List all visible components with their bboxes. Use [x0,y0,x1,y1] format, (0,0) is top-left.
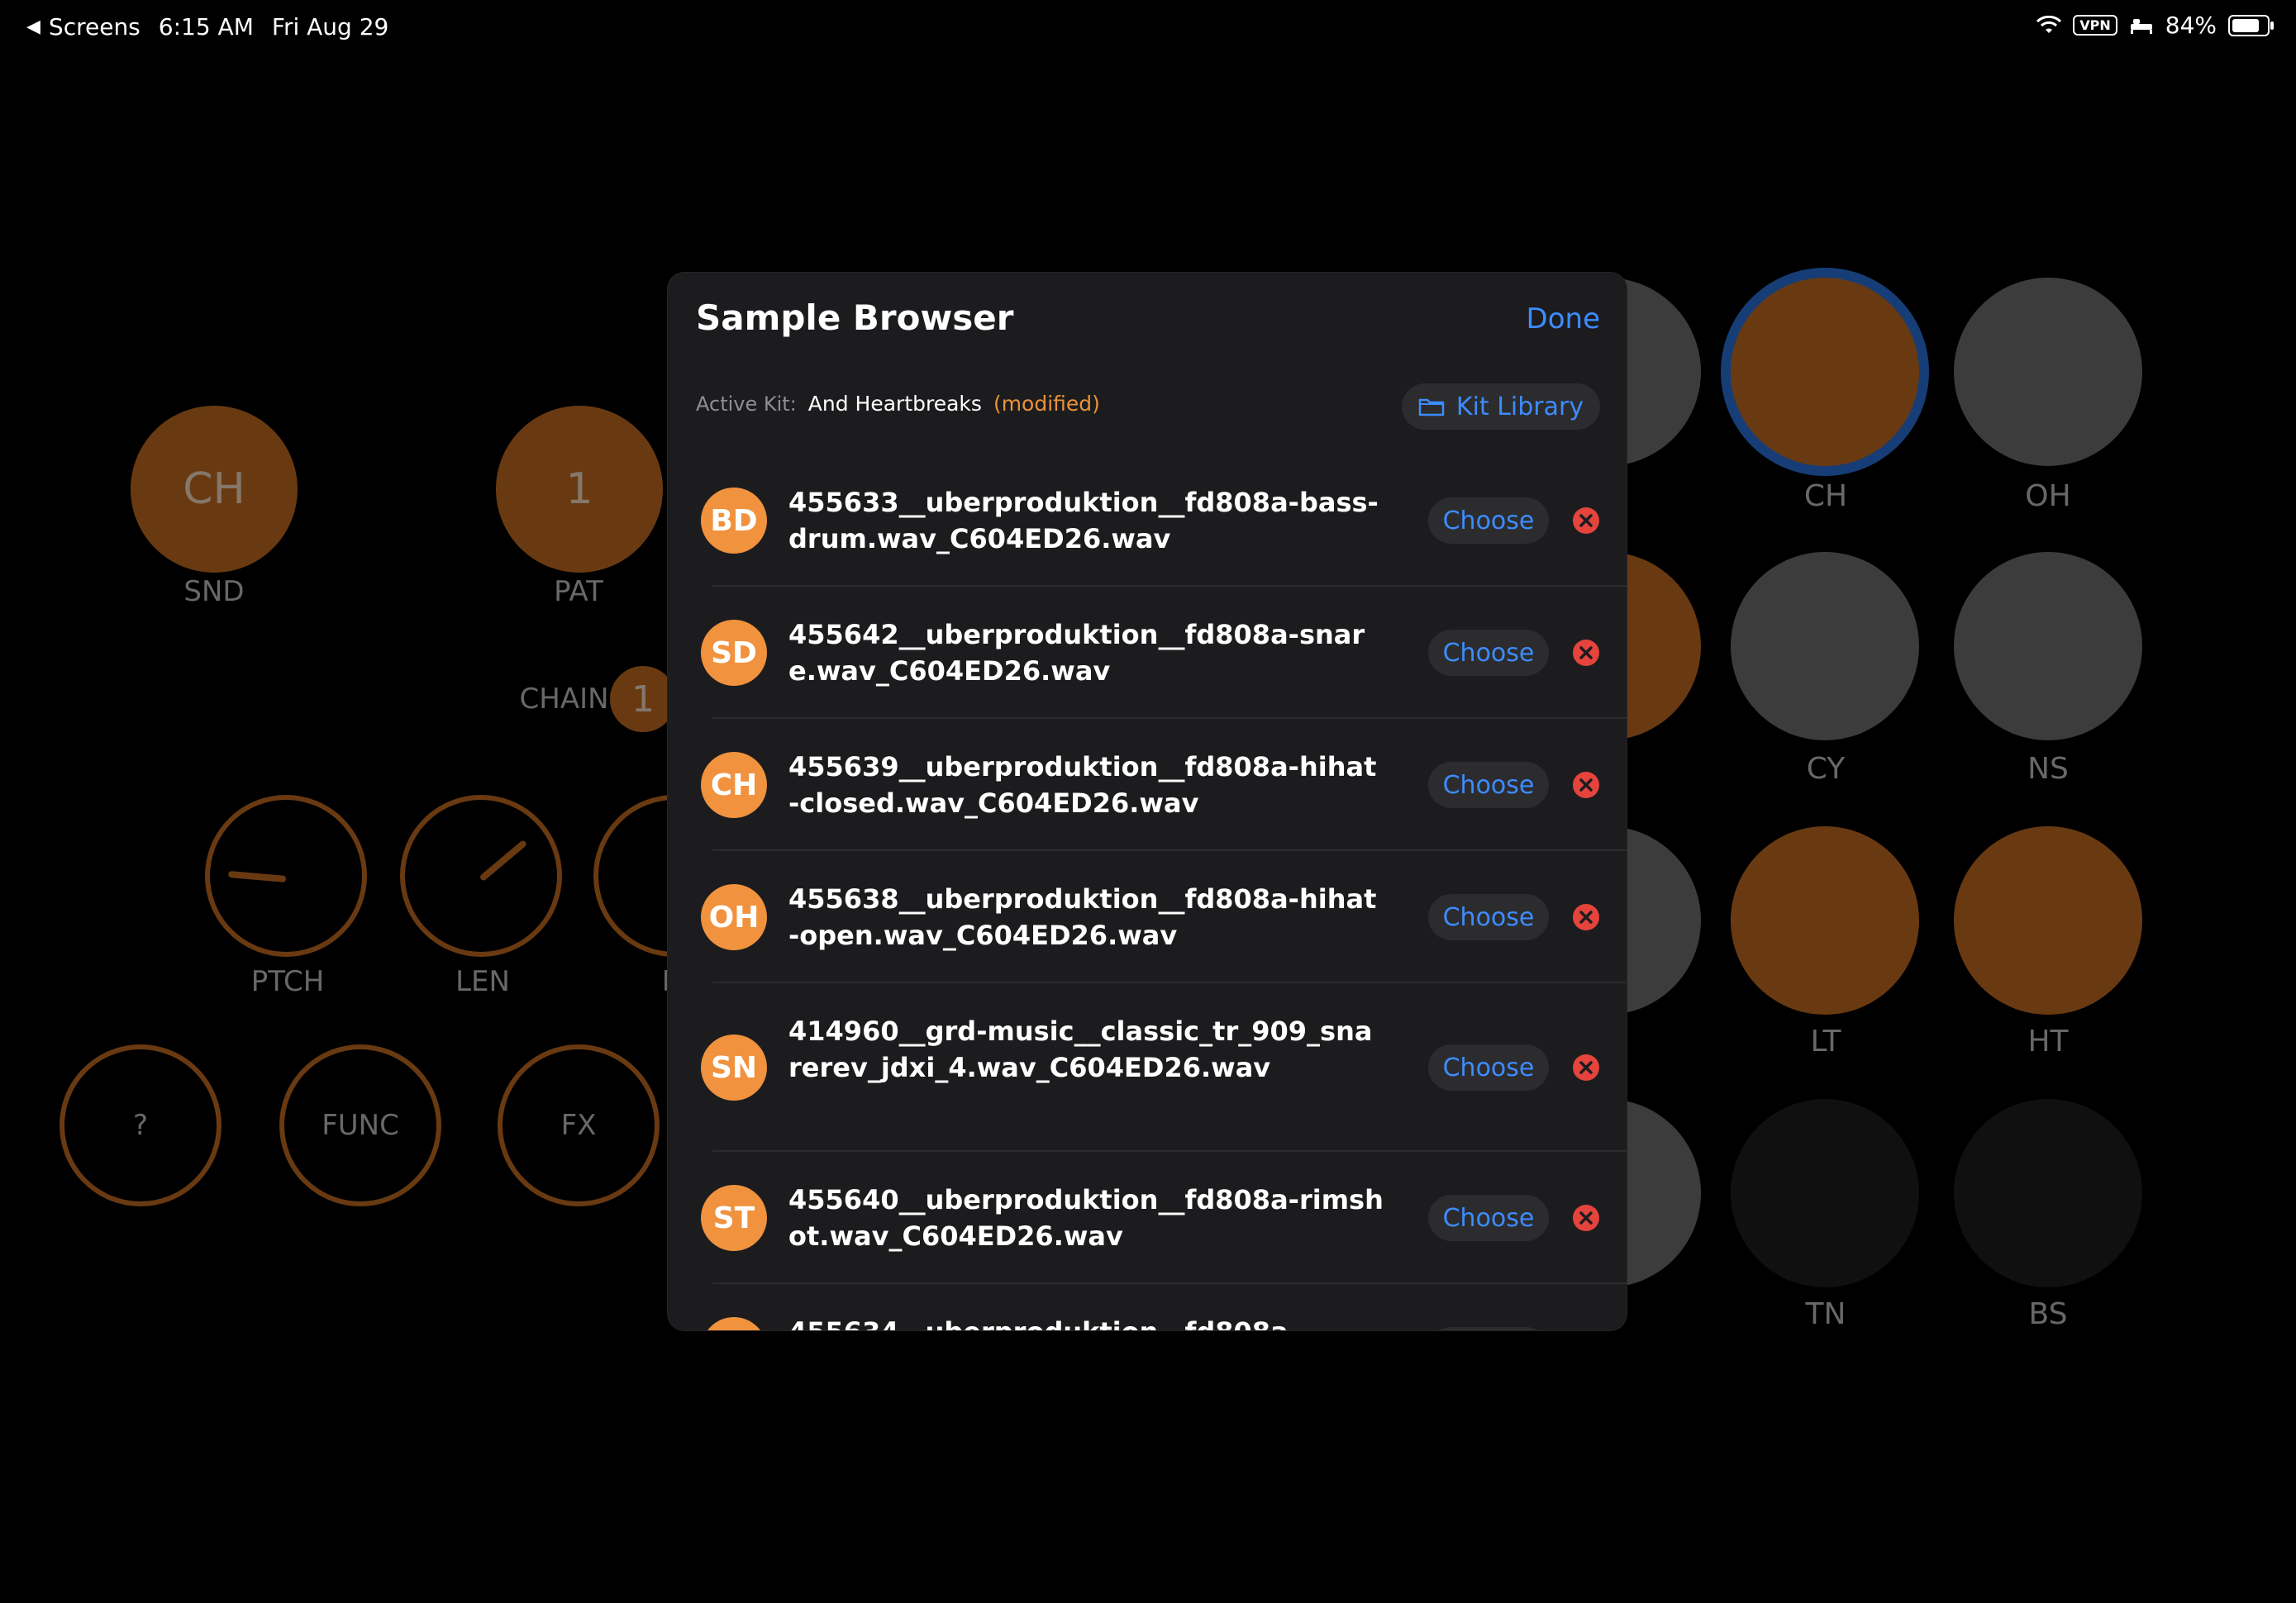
remove-sample-icon[interactable] [1572,903,1600,931]
pat-label: PAT [554,575,603,608]
sample-badge: BD [701,488,767,554]
choose-button[interactable]: Choose [1428,762,1549,808]
sample-row[interactable]: SD 455642__uberproduktion__fd808a-snare.w… [668,587,1627,719]
chain-label: CHAIN: [519,683,618,716]
pad-ns-label: NS [2027,752,2069,786]
sample-row[interactable]: CH 455639__uberproduktion__fd808a-hihat-c… [668,719,1627,851]
sample-badge: SD [701,620,767,686]
sample-filename: 455633__uberproduktion__fd808a-bass-drum… [788,487,1379,554]
fx-button[interactable]: FX [498,1044,660,1206]
sample-badge: SN [701,1035,767,1101]
pad-oh-label: OH [2025,479,2071,513]
pat-selector[interactable]: 1 [496,406,663,573]
pad-oh[interactable] [1954,278,2142,466]
active-kit-name: And Heartbreaks [807,392,982,416]
sample-filename: 455642__uberproduktion__fd808a-snare.wav… [788,619,1365,687]
sample-badge: OH [701,884,767,950]
sample-badge: ST [701,1185,767,1251]
pad-ht[interactable] [1954,826,2142,1015]
sample-filename: 455640__uberproduktion__fd808a-rimshot.w… [788,1184,1384,1252]
pitch-knob-label: PTCH [250,965,325,998]
folder-icon [1418,398,1445,416]
done-button[interactable]: Done [1527,302,1600,335]
sample-row[interactable]: ST 455640__uberproduktion__fd808a-rimshot… [668,1152,1627,1284]
pad-lt-label: LT [1810,1025,1841,1058]
choose-button[interactable]: Choose [1428,1195,1549,1241]
func-button[interactable]: FUNC [279,1044,441,1206]
kit-library-button[interactable]: Kit Library [1402,383,1600,430]
choose-button[interactable]: Choose [1428,1327,1549,1330]
pad-tn[interactable] [1731,1099,1919,1287]
sample-filename: 455634__uberproduktion__fd808a- [788,1314,1384,1330]
kit-library-label: Kit Library [1455,392,1584,421]
choose-button[interactable]: Choose [1428,497,1549,544]
choose-button[interactable]: Choose [1428,894,1549,940]
remove-sample-icon[interactable] [1572,1054,1600,1082]
chain-value[interactable]: 1 [610,666,676,732]
pad-cy[interactable] [1731,552,1919,740]
sample-row[interactable]: 455634__uberproduktion__fd808a- Choose [668,1284,1627,1330]
snd-label: SND [183,575,245,608]
length-knob-label: LEN [455,965,510,998]
sample-filename: 455638__uberproduktion__fd808a-hihat-ope… [788,883,1377,951]
remove-sample-icon[interactable] [1572,507,1600,535]
active-kit-row: Active Kit: And Heartbreaks (modified) [696,392,1100,416]
modal-title: Sample Browser [696,297,1014,338]
length-knob[interactable] [400,795,562,957]
sample-row[interactable]: OH 455638__uberproduktion__fd808a-hihat-o… [668,851,1627,983]
sample-badge [701,1317,767,1330]
remove-sample-icon[interactable] [1572,639,1600,667]
sample-row[interactable]: BD 455633__uberproduktion__fd808a-bass-dr… [668,454,1627,587]
pad-bs-label: BS [2028,1297,2068,1331]
sample-badge: CH [701,752,767,818]
remove-sample-icon[interactable] [1572,1204,1600,1232]
pad-ch[interactable] [1731,278,1919,466]
sample-filename: 414960__grd-music__classic_tr_909_snarer… [788,1016,1373,1083]
pad-bs[interactable] [1954,1099,2142,1287]
pad-cy-label: CY [1806,752,1846,786]
choose-button[interactable]: Choose [1428,1044,1549,1091]
active-kit-label: Active Kit: [696,392,797,416]
sample-browser-modal: Sample Browser Done Active Kit: And Hear… [668,273,1627,1330]
pitch-knob[interactable] [205,795,367,957]
pad-ns[interactable] [1954,552,2142,740]
help-button[interactable]: ? [60,1044,222,1206]
active-kit-state: (modified) [993,392,1100,416]
sample-row[interactable]: SN 414960__grd-music__classic_tr_909_snar… [668,983,1627,1152]
choose-button[interactable]: Choose [1428,630,1549,676]
pad-ht-label: HT [2027,1025,2069,1058]
sample-filename: 455639__uberproduktion__fd808a-hihat-clo… [788,751,1377,819]
pad-tn-label: TN [1805,1297,1846,1331]
pad-lt[interactable] [1731,826,1919,1015]
snd-selector[interactable]: CH [131,406,298,573]
remove-sample-icon[interactable] [1572,771,1600,799]
pad-ch-label: CH [1803,479,1848,513]
